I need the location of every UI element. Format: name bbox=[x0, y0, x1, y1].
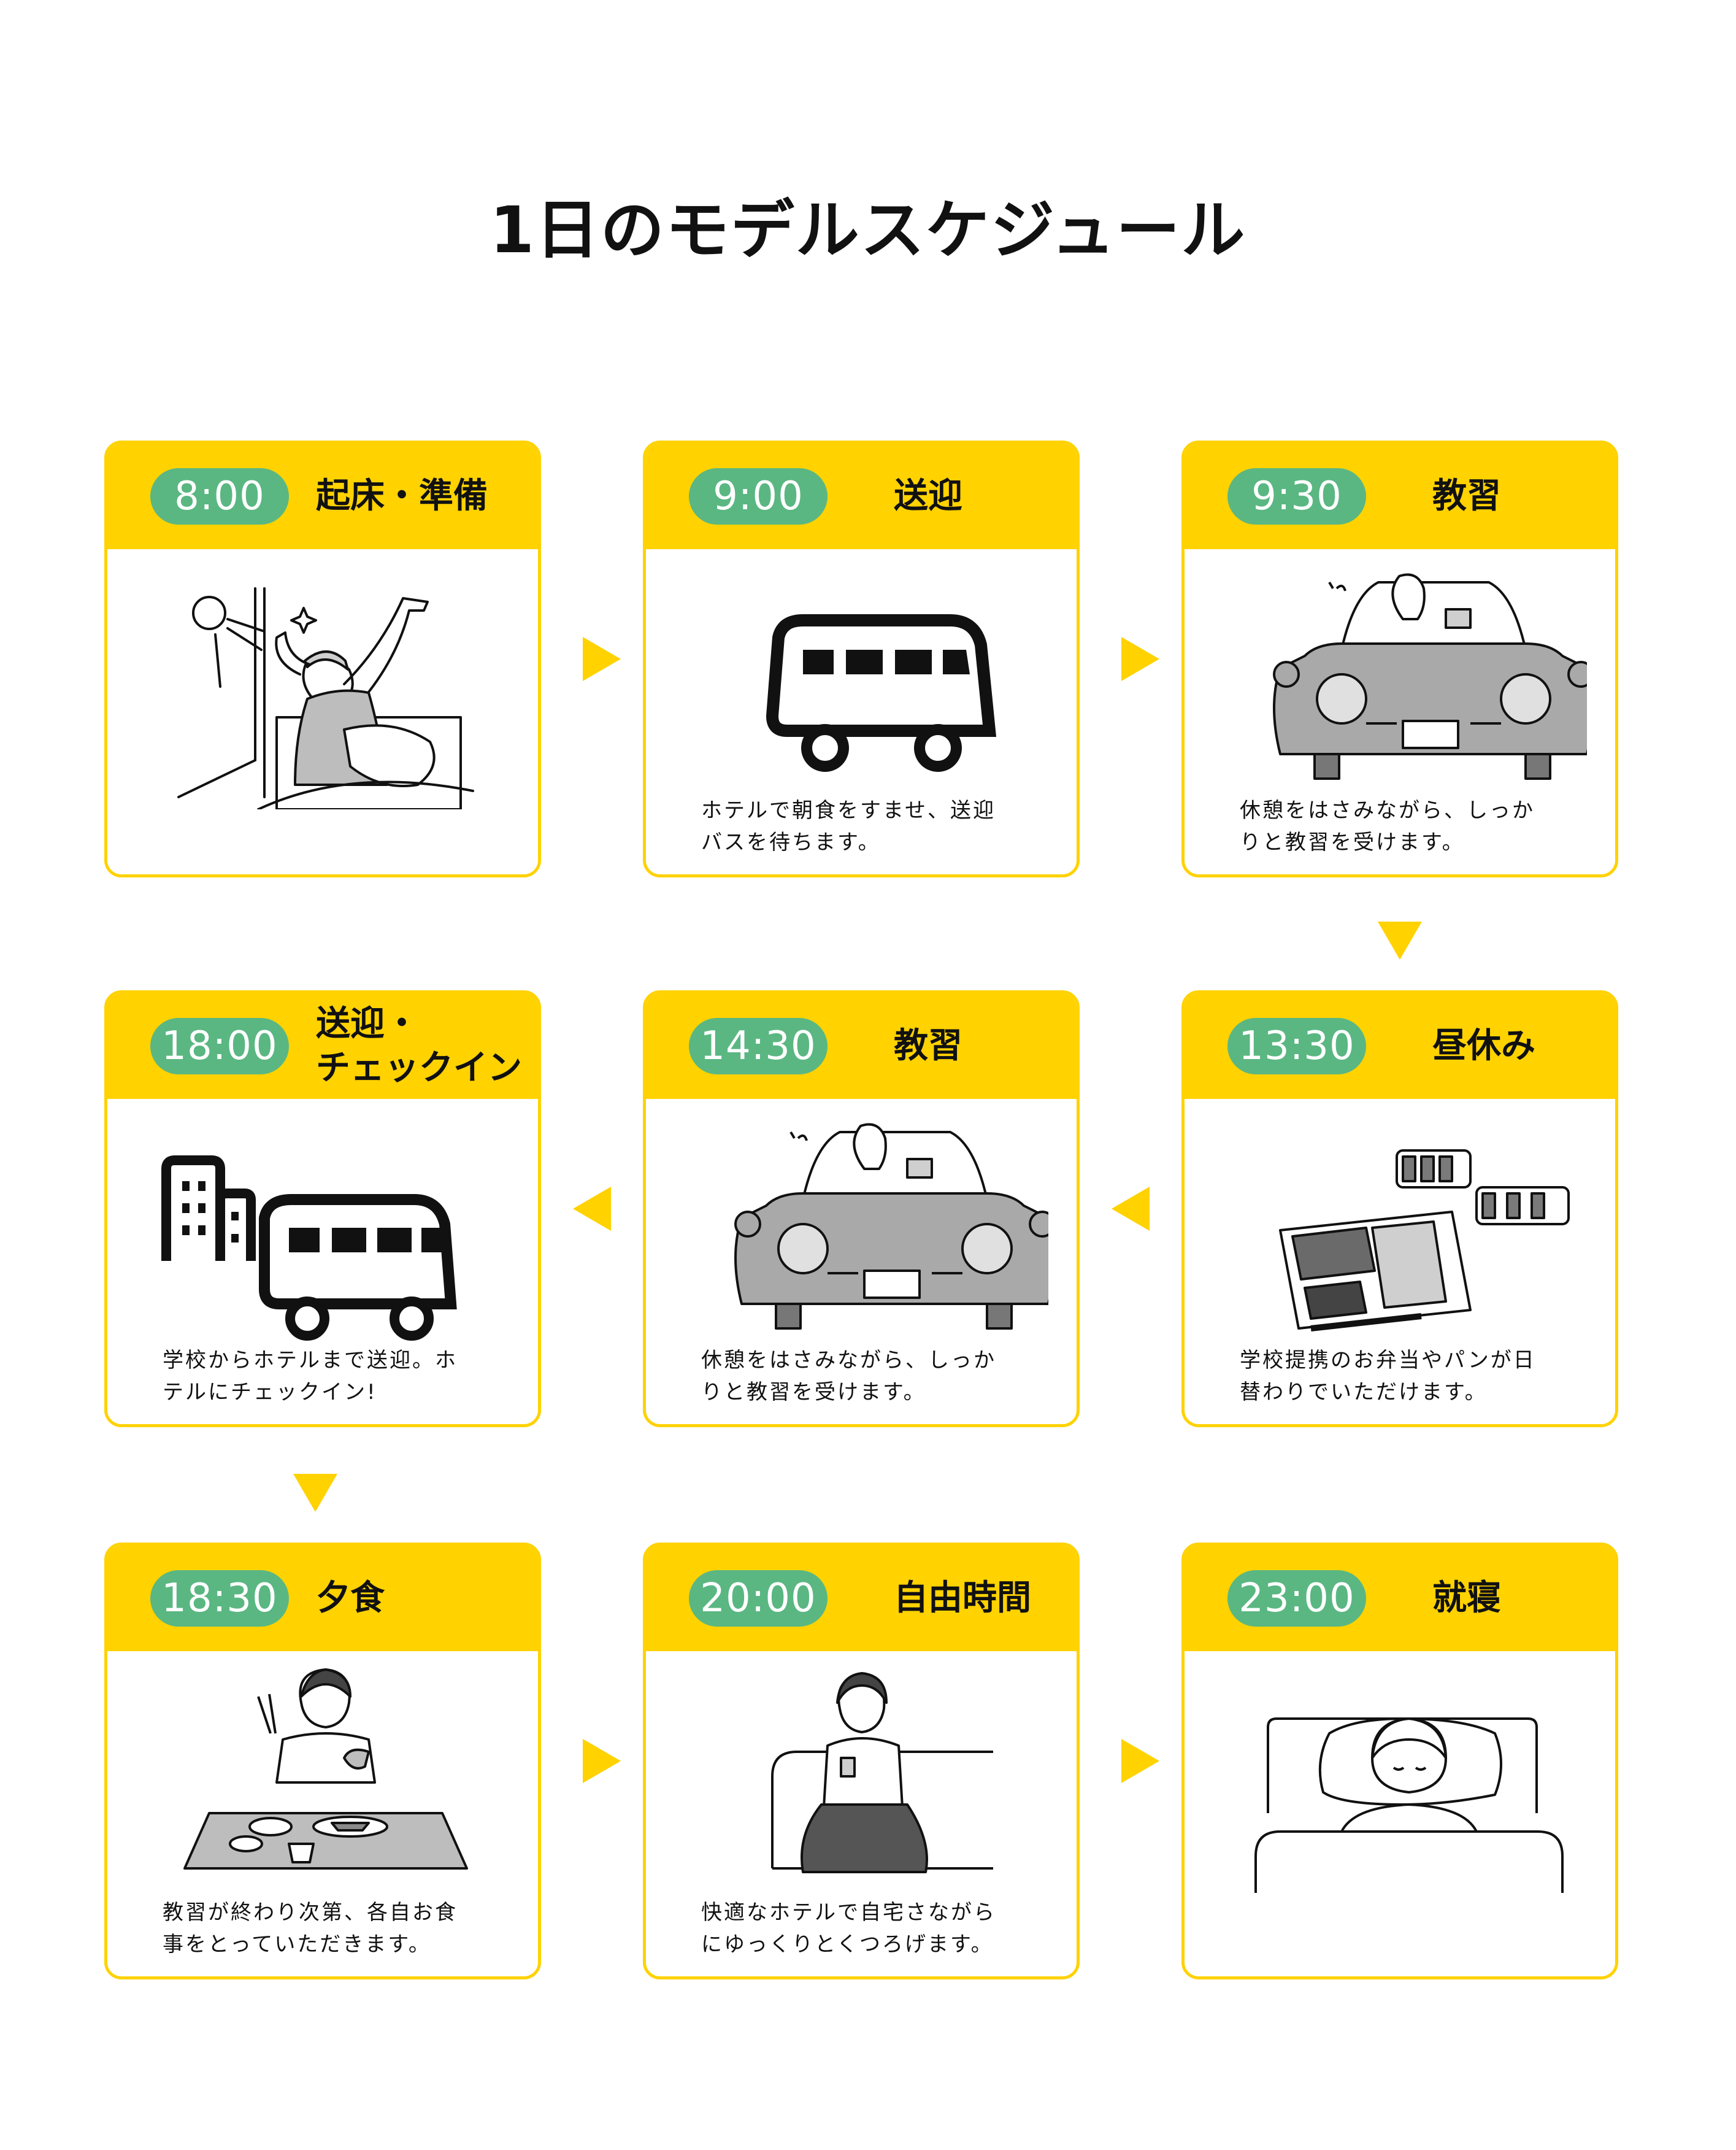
card-header: 14:30 教習 bbox=[646, 993, 1077, 1099]
person-relaxing-on-sofa-illustration bbox=[771, 1672, 993, 1873]
time-badge: 20:00 bbox=[689, 1570, 828, 1627]
activity-label: 夕食 bbox=[316, 1578, 385, 1618]
card-header: 23:00 就寝 bbox=[1185, 1546, 1615, 1651]
schedule-card-2000: 20:00 自由時間 快適なホテルで自宅さながら にゆっくりとくつろげます。 bbox=[643, 1543, 1080, 1979]
schedule-card-1330: 13:30 昼休み 学校提携のお弁当やパンが日 替わりでいただけます。 bbox=[1181, 990, 1618, 1427]
card-header: 18:30 夕食 bbox=[107, 1546, 538, 1651]
time-badge: 9:30 bbox=[1227, 468, 1366, 525]
card-header: 18:00 送迎・ チェックイン bbox=[107, 993, 538, 1099]
description-text: 学校提携のお弁当やパンが日 替わりでいただけます。 bbox=[1240, 1348, 1536, 1404]
card-header: 8:00 起床・準備 bbox=[107, 444, 538, 549]
activity-label: 教習 bbox=[894, 1026, 962, 1066]
next-arrow-right bbox=[1121, 637, 1159, 681]
next-arrow-right bbox=[1121, 1739, 1159, 1783]
next-arrow-down bbox=[1378, 922, 1422, 960]
description-text: 休憩をはさみながら、しっか りと教習を受けます。 bbox=[1240, 798, 1535, 855]
activity-label: 就寝 bbox=[1432, 1578, 1501, 1618]
person-driving-car-illustration bbox=[734, 1123, 1048, 1330]
building-and-bus-icon bbox=[161, 1155, 457, 1341]
time-badge: 9:00 bbox=[689, 468, 828, 525]
time-badge: 18:00 bbox=[150, 1018, 289, 1074]
time-badge: 8:00 bbox=[150, 468, 289, 525]
page-title: 1日のモデルスケジュール bbox=[490, 193, 1246, 268]
activity-label: 送迎 bbox=[894, 476, 962, 516]
card-header: 9:30 教習 bbox=[1185, 444, 1615, 549]
description-text: 快適なホテルで自宅さながら にゆっくりとくつろげます。 bbox=[701, 1900, 996, 1957]
time-badge: 18:30 bbox=[150, 1570, 289, 1627]
person-driving-car-illustration bbox=[1273, 573, 1587, 780]
card-header: 9:00 送迎 bbox=[646, 444, 1077, 549]
activity-label: 教習 bbox=[1432, 476, 1501, 516]
next-arrow-right bbox=[583, 637, 621, 681]
next-arrow-left bbox=[1112, 1187, 1150, 1231]
time-badge: 23:00 bbox=[1227, 1570, 1366, 1627]
person-waking-up-illustration bbox=[177, 587, 474, 809]
next-arrow-right bbox=[583, 1739, 621, 1783]
schedule-card-2300: 23:00 就寝 bbox=[1181, 1543, 1618, 1979]
description-text: 教習が終わり次第、各自お食 事をとっていただきます。 bbox=[163, 1900, 458, 1957]
time-badge: 14:30 bbox=[689, 1018, 828, 1074]
activity-label: 自由時間 bbox=[894, 1578, 1031, 1618]
card-header: 20:00 自由時間 bbox=[646, 1546, 1077, 1651]
bento-lunch-illustration bbox=[1279, 1149, 1570, 1331]
schedule-card-0800: 8:00 起床・準備 bbox=[104, 441, 541, 877]
schedule-card-1800: 18:00 送迎・ チェックイン 学校からホテルまで送迎。ホ テルにチェックイン… bbox=[104, 990, 541, 1427]
description-text: 学校からホテルまで送迎。ホ テルにチェックイン! bbox=[163, 1348, 458, 1404]
time-badge: 13:30 bbox=[1227, 1018, 1366, 1074]
schedule-card-1830: 18:30 夕食 教習が終わり次第、各自お食 事をとっていただきます。 bbox=[104, 1543, 541, 1979]
person-sleeping-in-bed-illustration bbox=[1254, 1717, 1564, 1893]
next-arrow-left bbox=[573, 1187, 611, 1231]
schedule-card-0900: 9:00 送迎 ホテルで朝食をすませ、送迎 バスを待ちます。 bbox=[643, 441, 1080, 877]
card-header: 13:30 昼休み bbox=[1185, 993, 1615, 1099]
activity-label: 起床・準備 bbox=[316, 476, 488, 516]
person-eating-dinner-illustration bbox=[183, 1668, 468, 1870]
bus-icon bbox=[766, 614, 997, 772]
schedule-card-1430: 14:30 教習 休憩をはさみながら、しっか りと教習を受けます。 bbox=[643, 990, 1080, 1427]
description-text: ホテルで朝食をすませ、送迎 バスを待ちます。 bbox=[701, 798, 996, 855]
next-arrow-down bbox=[293, 1474, 337, 1512]
description-text: 休憩をはさみながら、しっか りと教習を受けます。 bbox=[701, 1348, 996, 1404]
activity-label: 送迎・ チェックイン bbox=[316, 1004, 522, 1088]
schedule-card-0930: 9:30 教習 休憩をはさみながら、しっか りと教習を受けます。 bbox=[1181, 441, 1618, 877]
activity-label: 昼休み bbox=[1432, 1026, 1535, 1066]
